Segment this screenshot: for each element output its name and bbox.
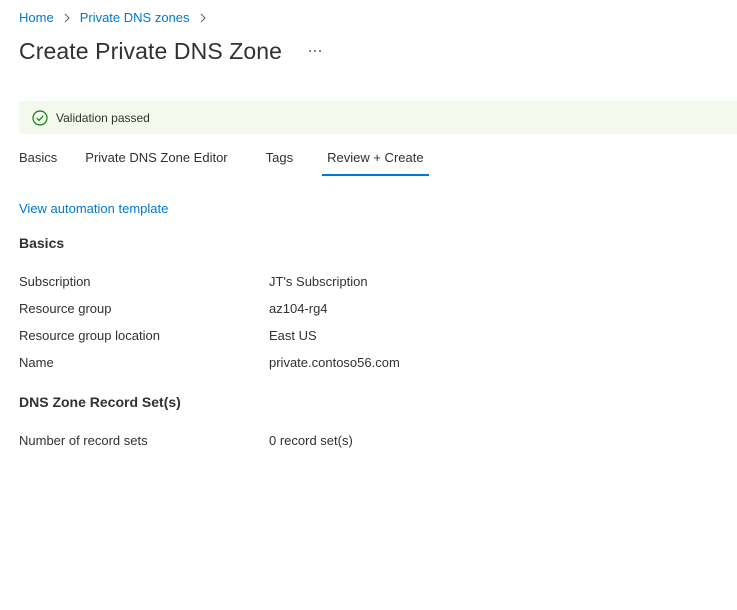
chevron-right-icon xyxy=(58,9,76,27)
validation-text: Validation passed xyxy=(56,110,150,125)
validation-banner: Validation passed xyxy=(19,101,737,134)
summary-value: 0 record set(s) xyxy=(269,433,353,448)
summary-label: Number of record sets xyxy=(19,433,148,448)
check-circle-icon xyxy=(32,109,48,126)
page-title: Create Private DNS Zone xyxy=(19,38,283,64)
tab-private-dns-zone-editor[interactable]: Private DNS Zone Editor xyxy=(85,146,227,176)
summary-value: East US xyxy=(269,328,317,343)
more-options-button[interactable] xyxy=(306,42,324,60)
breadcrumb-private-dns-zones-link[interactable]: Private DNS zones xyxy=(80,9,190,27)
section-heading-basics: Basics xyxy=(19,235,65,251)
page: Home Private DNS zones Create Private DN… xyxy=(0,0,737,610)
summary-label: Name xyxy=(19,355,54,370)
summary-value: az104-rg4 xyxy=(269,301,328,316)
more-horizontal-icon xyxy=(309,50,322,52)
view-automation-template-link[interactable]: View automation template xyxy=(19,200,168,218)
tab-review-create[interactable]: Review + Create xyxy=(322,146,430,176)
summary-label: Resource group location xyxy=(19,328,160,343)
tab-tags[interactable]: Tags xyxy=(266,146,293,176)
breadcrumb: Home Private DNS zones xyxy=(19,9,216,27)
title-row: Create Private DNS Zone xyxy=(19,36,324,66)
tab-basics[interactable]: Basics xyxy=(19,146,57,176)
summary-label: Resource group xyxy=(19,301,112,316)
section-heading-dns-zone-record-sets: DNS Zone Record Set(s) xyxy=(19,394,181,410)
summary-label: Subscription xyxy=(19,274,91,289)
summary-value: JT's Subscription xyxy=(269,274,368,289)
tab-bar: Basics Private DNS Zone Editor Tags Revi… xyxy=(19,146,430,178)
breadcrumb-home-link[interactable]: Home xyxy=(19,9,54,27)
chevron-right-icon xyxy=(194,9,212,27)
summary-value: private.contoso56.com xyxy=(269,355,400,370)
